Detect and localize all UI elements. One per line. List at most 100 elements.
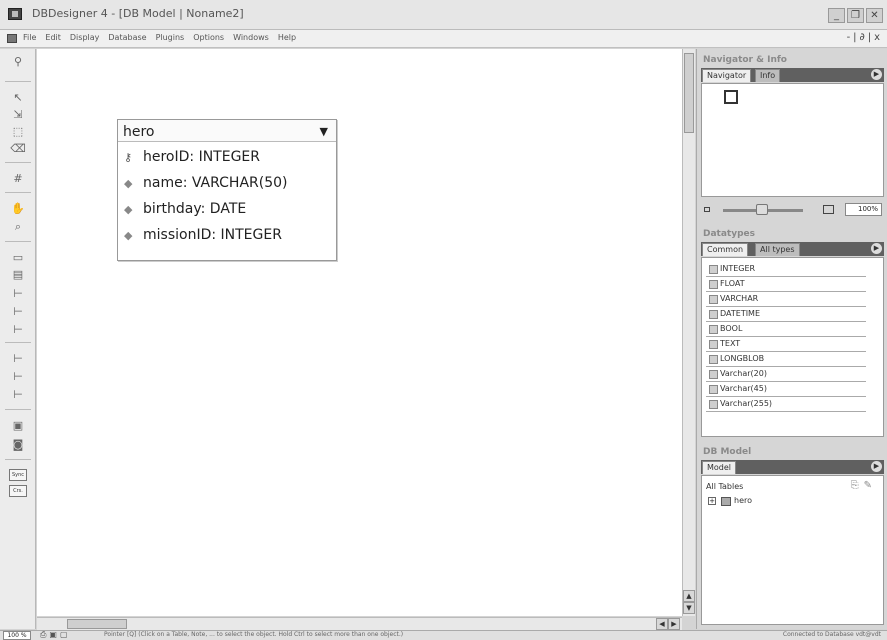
table-column-row[interactable]: ◆ missionID: INTEGER xyxy=(118,224,336,250)
tab-navigator[interactable]: Navigator xyxy=(702,69,752,82)
datatype-item[interactable]: FLOAT xyxy=(706,277,866,292)
zoom-out-icon[interactable] xyxy=(704,207,710,212)
tab-common[interactable]: Common xyxy=(702,243,749,256)
chevron-right-icon[interactable]: ▶ xyxy=(871,69,882,80)
chevron-right-icon[interactable]: ▶ xyxy=(871,461,882,472)
expand-icon[interactable]: + xyxy=(708,497,716,505)
scroll-down-button[interactable]: ▼ xyxy=(683,602,695,614)
relation-nm-sub-tool-icon[interactable]: ⊢ xyxy=(10,388,26,402)
scroll-up-button[interactable]: ▲ xyxy=(683,590,695,602)
model-toolbar-icons[interactable]: ⎘✎ xyxy=(851,480,877,491)
zoom-slider-knob[interactable] xyxy=(756,204,768,215)
toolbar-divider xyxy=(5,162,31,163)
note-tool-icon[interactable]: ▣ xyxy=(10,419,26,433)
hand-tool-icon[interactable]: ✋ xyxy=(10,202,26,216)
datatype-item[interactable]: LONGBLOB xyxy=(706,352,866,367)
select-area-tool-icon[interactable]: ⬚ xyxy=(10,125,26,139)
chevron-right-icon[interactable]: ▶ xyxy=(871,243,882,254)
app-icon[interactable] xyxy=(8,8,22,20)
sync-button[interactable]: Sync xyxy=(9,469,27,481)
pin-icon[interactable]: ⚲ xyxy=(10,55,26,69)
menu-plugins[interactable]: Plugins xyxy=(156,33,185,42)
zoom-tool-icon[interactable]: ⌕ xyxy=(10,220,26,234)
eraser-tool-icon[interactable]: ⌫ xyxy=(10,142,26,156)
navigator-viewport-rect[interactable] xyxy=(724,90,738,104)
tab-all-types[interactable]: All types xyxy=(755,243,800,256)
scroll-right-button[interactable]: ▶ xyxy=(668,618,680,630)
table-name: hero xyxy=(123,124,155,140)
image-tool-icon[interactable]: ◙ xyxy=(10,438,26,452)
table-hero[interactable]: hero ▼ ⚷ heroID: INTEGER ◆ name: VARCHAR… xyxy=(117,119,337,261)
menu-options[interactable]: Options xyxy=(193,33,224,42)
table-column-row[interactable]: ◆ birthday: DATE xyxy=(118,198,336,224)
menu-file[interactable]: File xyxy=(23,33,36,42)
menu-database[interactable]: Database xyxy=(108,33,146,42)
zoom-control: 100% xyxy=(701,201,884,219)
new-table-tool-icon[interactable]: ▭ xyxy=(10,251,26,265)
scroll-left-button[interactable]: ◀ xyxy=(656,618,668,630)
navigator-preview[interactable] xyxy=(701,83,884,197)
column-label: missionID: INTEGER xyxy=(143,227,282,243)
navigator-tabs: Navigator Info ▶ xyxy=(701,68,884,82)
table-column-row[interactable]: ⚷ heroID: INTEGER xyxy=(118,146,336,172)
datatype-item[interactable]: Varchar(20) xyxy=(706,367,866,382)
relation-nm-tool-icon[interactable]: ⊢ xyxy=(10,323,26,337)
crs-button[interactable]: Crs. xyxy=(9,485,27,497)
datatype-icon xyxy=(709,265,718,274)
datatype-icon xyxy=(709,400,718,409)
status-bar: 100 % ⎙▣▢ Pointer [Q] (Click on a Table,… xyxy=(0,630,887,640)
model-canvas[interactable]: hero ▼ ⚷ heroID: INTEGER ◆ name: VARCHAR… xyxy=(37,49,682,616)
tool-palette: ⚲ ↖ ⇲ ⬚ ⌫ # ✋ ⌕ ▭ ▤ ⊢ ⊢ ⊢ ⊢ ⊢ ⊢ ▣ ◙ Sync… xyxy=(0,49,36,629)
relation-1n-tool-icon[interactable]: ⊢ xyxy=(10,287,26,301)
scrollbar-thumb[interactable] xyxy=(684,53,694,133)
table-header[interactable]: hero ▼ xyxy=(118,120,336,142)
relation-1n-sub-tool-icon[interactable]: ⊢ xyxy=(10,352,26,366)
status-zoom-field[interactable]: 100 % xyxy=(3,631,31,640)
scrollbar-thumb[interactable] xyxy=(67,619,127,629)
datatype-item[interactable]: TEXT xyxy=(706,337,866,352)
datatype-item[interactable]: Varchar(255) xyxy=(706,397,866,412)
menu-help[interactable]: Help xyxy=(278,33,296,42)
datatype-item[interactable]: Varchar(45) xyxy=(706,382,866,397)
tree-item-label: hero xyxy=(734,496,752,505)
restore-button[interactable]: ❐ xyxy=(847,8,864,23)
column-label: heroID: INTEGER xyxy=(143,149,260,165)
menu-display[interactable]: Display xyxy=(70,33,100,42)
pointer-tool-icon[interactable]: ↖ xyxy=(10,91,26,105)
canvas-horizontal-scrollbar[interactable]: ◀ ▶ xyxy=(37,617,682,630)
datatype-item[interactable]: BOOL xyxy=(706,322,866,337)
tab-info[interactable]: Info xyxy=(755,69,781,82)
document-icon[interactable] xyxy=(7,34,17,43)
toolbar-divider xyxy=(5,342,31,343)
move-tool-icon[interactable]: ⇲ xyxy=(10,108,26,122)
datatype-icon xyxy=(709,310,718,319)
all-tables-label: All Tables xyxy=(706,482,744,491)
grid-tool-icon[interactable]: # xyxy=(10,172,26,186)
canvas-vertical-scrollbar[interactable]: ▲ ▼ xyxy=(682,49,695,616)
table-column-row[interactable]: ◆ name: VARCHAR(50) xyxy=(118,172,336,198)
navigator-panel-title: Navigator & Info xyxy=(703,55,787,65)
tab-model[interactable]: Model xyxy=(702,461,737,474)
new-view-tool-icon[interactable]: ▤ xyxy=(10,268,26,282)
datatype-item[interactable]: INTEGER xyxy=(706,262,866,277)
datatype-icon xyxy=(709,355,718,364)
column-label: name: VARCHAR(50) xyxy=(143,175,288,191)
datatypes-panel-title: Datatypes xyxy=(703,229,755,239)
relation-11-tool-icon[interactable]: ⊢ xyxy=(10,305,26,319)
relation-11-sub-tool-icon[interactable]: ⊢ xyxy=(10,370,26,384)
close-button[interactable]: ✕ xyxy=(866,8,883,23)
datatypes-list: INTEGER FLOAT VARCHAR DATETIME BOOL TEXT… xyxy=(701,257,884,437)
minimize-button[interactable]: _ xyxy=(828,8,845,23)
zoom-value-field[interactable]: 100% xyxy=(845,203,882,216)
window-title: DBDesigner 4 - [DB Model | Noname2] xyxy=(32,7,244,20)
table-collapse-icon[interactable]: ▼ xyxy=(320,125,328,138)
menu-edit[interactable]: Edit xyxy=(45,33,61,42)
menu-windows[interactable]: Windows xyxy=(233,33,269,42)
zoom-in-icon[interactable] xyxy=(823,205,834,214)
datatype-item[interactable]: DATETIME xyxy=(706,307,866,322)
mdi-window-controls[interactable]: -|∂|x xyxy=(847,32,883,43)
datatype-item[interactable]: VARCHAR xyxy=(706,292,866,307)
status-icons[interactable]: ⎙▣▢ xyxy=(40,630,71,640)
menu-bar: File Edit Display Database Plugins Optio… xyxy=(0,30,887,48)
datatype-icon xyxy=(709,370,718,379)
